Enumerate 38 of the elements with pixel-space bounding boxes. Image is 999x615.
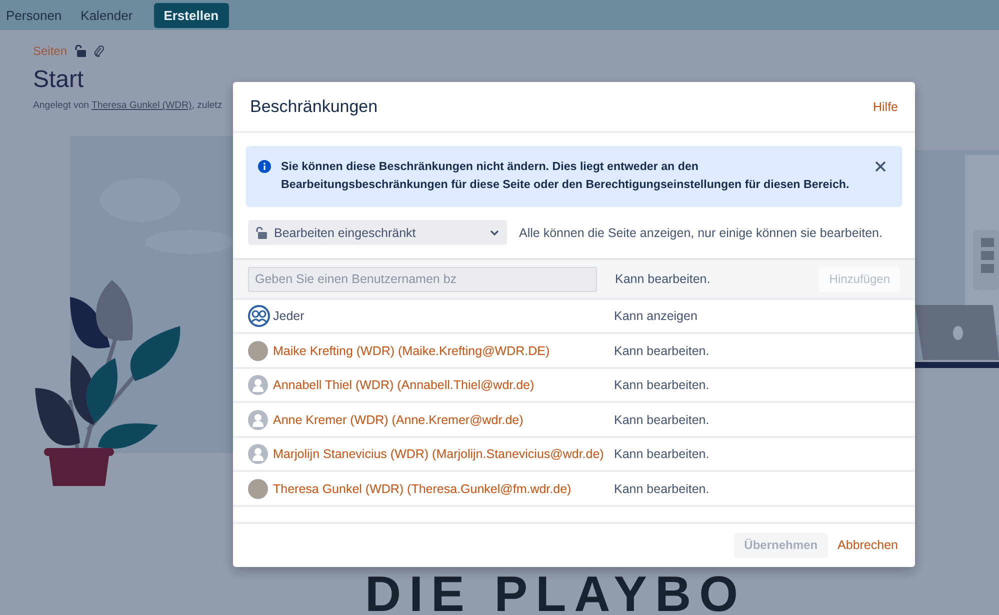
user-link[interactable]: Annabell Thiel (WDR) (Annabell.Thiel@wdr.de) [273,378,614,392]
unlocked-padlock-icon [256,226,267,239]
nav-link[interactable]: Kalender [80,8,133,22]
default-avatar-icon [248,375,268,396]
user-link[interactable]: Theresa Gunkel (WDR) (Theresa.Gunkel@fm.wdr.de) [273,482,614,496]
unlocked-padlock-icon[interactable] [75,45,86,57]
user-link[interactable]: Marjolijn Stanevicius (WDR) (Marjolijn.Stanevicius@wdr.de) [273,447,614,462]
cancel-link[interactable]: Abbrechen [838,538,898,552]
info-icon [258,160,271,174]
permission-text: Kann bearbeiten. [614,272,712,286]
permission-text: Kann bearbeiten. [614,482,710,496]
create-button[interactable]: Erstellen [154,2,229,28]
permission-text: Kann bearbeiten. [614,412,710,427]
user-link[interactable]: Maike Krefting (WDR) (Maike.Krefting@WDR.DE) [273,344,614,358]
dialog-title: Beschränkungen [250,96,378,117]
author-link[interactable]: Theresa Gunkel (WDR) [92,100,192,111]
permission-text: Kann bearbeiten. [614,344,710,358]
paperclip-icon[interactable] [94,45,104,57]
default-avatar-icon [248,410,268,430]
restriction-dropdown[interactable]: Bearbeiten eingeschränkt [248,220,507,246]
permission-text: Kann bearbeiten. [614,378,710,392]
chevron-down-icon [490,230,499,236]
group-name: Jeder [273,308,306,323]
close-icon[interactable] [875,161,886,172]
permission-text: Kann bearbeiten. [614,447,710,462]
permission-text: Kann anzeigen [614,308,698,323]
avatar-photo-placeholder [248,478,268,499]
avatar-photo-placeholder [248,340,268,360]
default-avatar-icon [248,444,268,464]
banner-heading: DIE PLAYBO [365,569,746,615]
restriction-description: Alle können die Seite anzeigen, nur einige können sie bearbeiten. [519,226,882,240]
page-title: Start [33,66,85,94]
user-link[interactable]: Anne Kremer (WDR) (Anne.Kremer@wdr.de) [273,412,614,427]
group-icon [248,304,270,327]
user-search-field[interactable]: Geben Sie einen Benutzernamen bz [248,266,597,292]
alert-text: Sie können diese Beschränkungen nicht ändern. Dies liegt entweder an den Bearbeitungsbeschränkungen für diese Seite oder den Berechtigungseinstellungen für diesen Bereich. [281,159,850,194]
help-link[interactable]: Hilfe [872,100,898,114]
nav-link[interactable]: Personen [6,8,62,22]
